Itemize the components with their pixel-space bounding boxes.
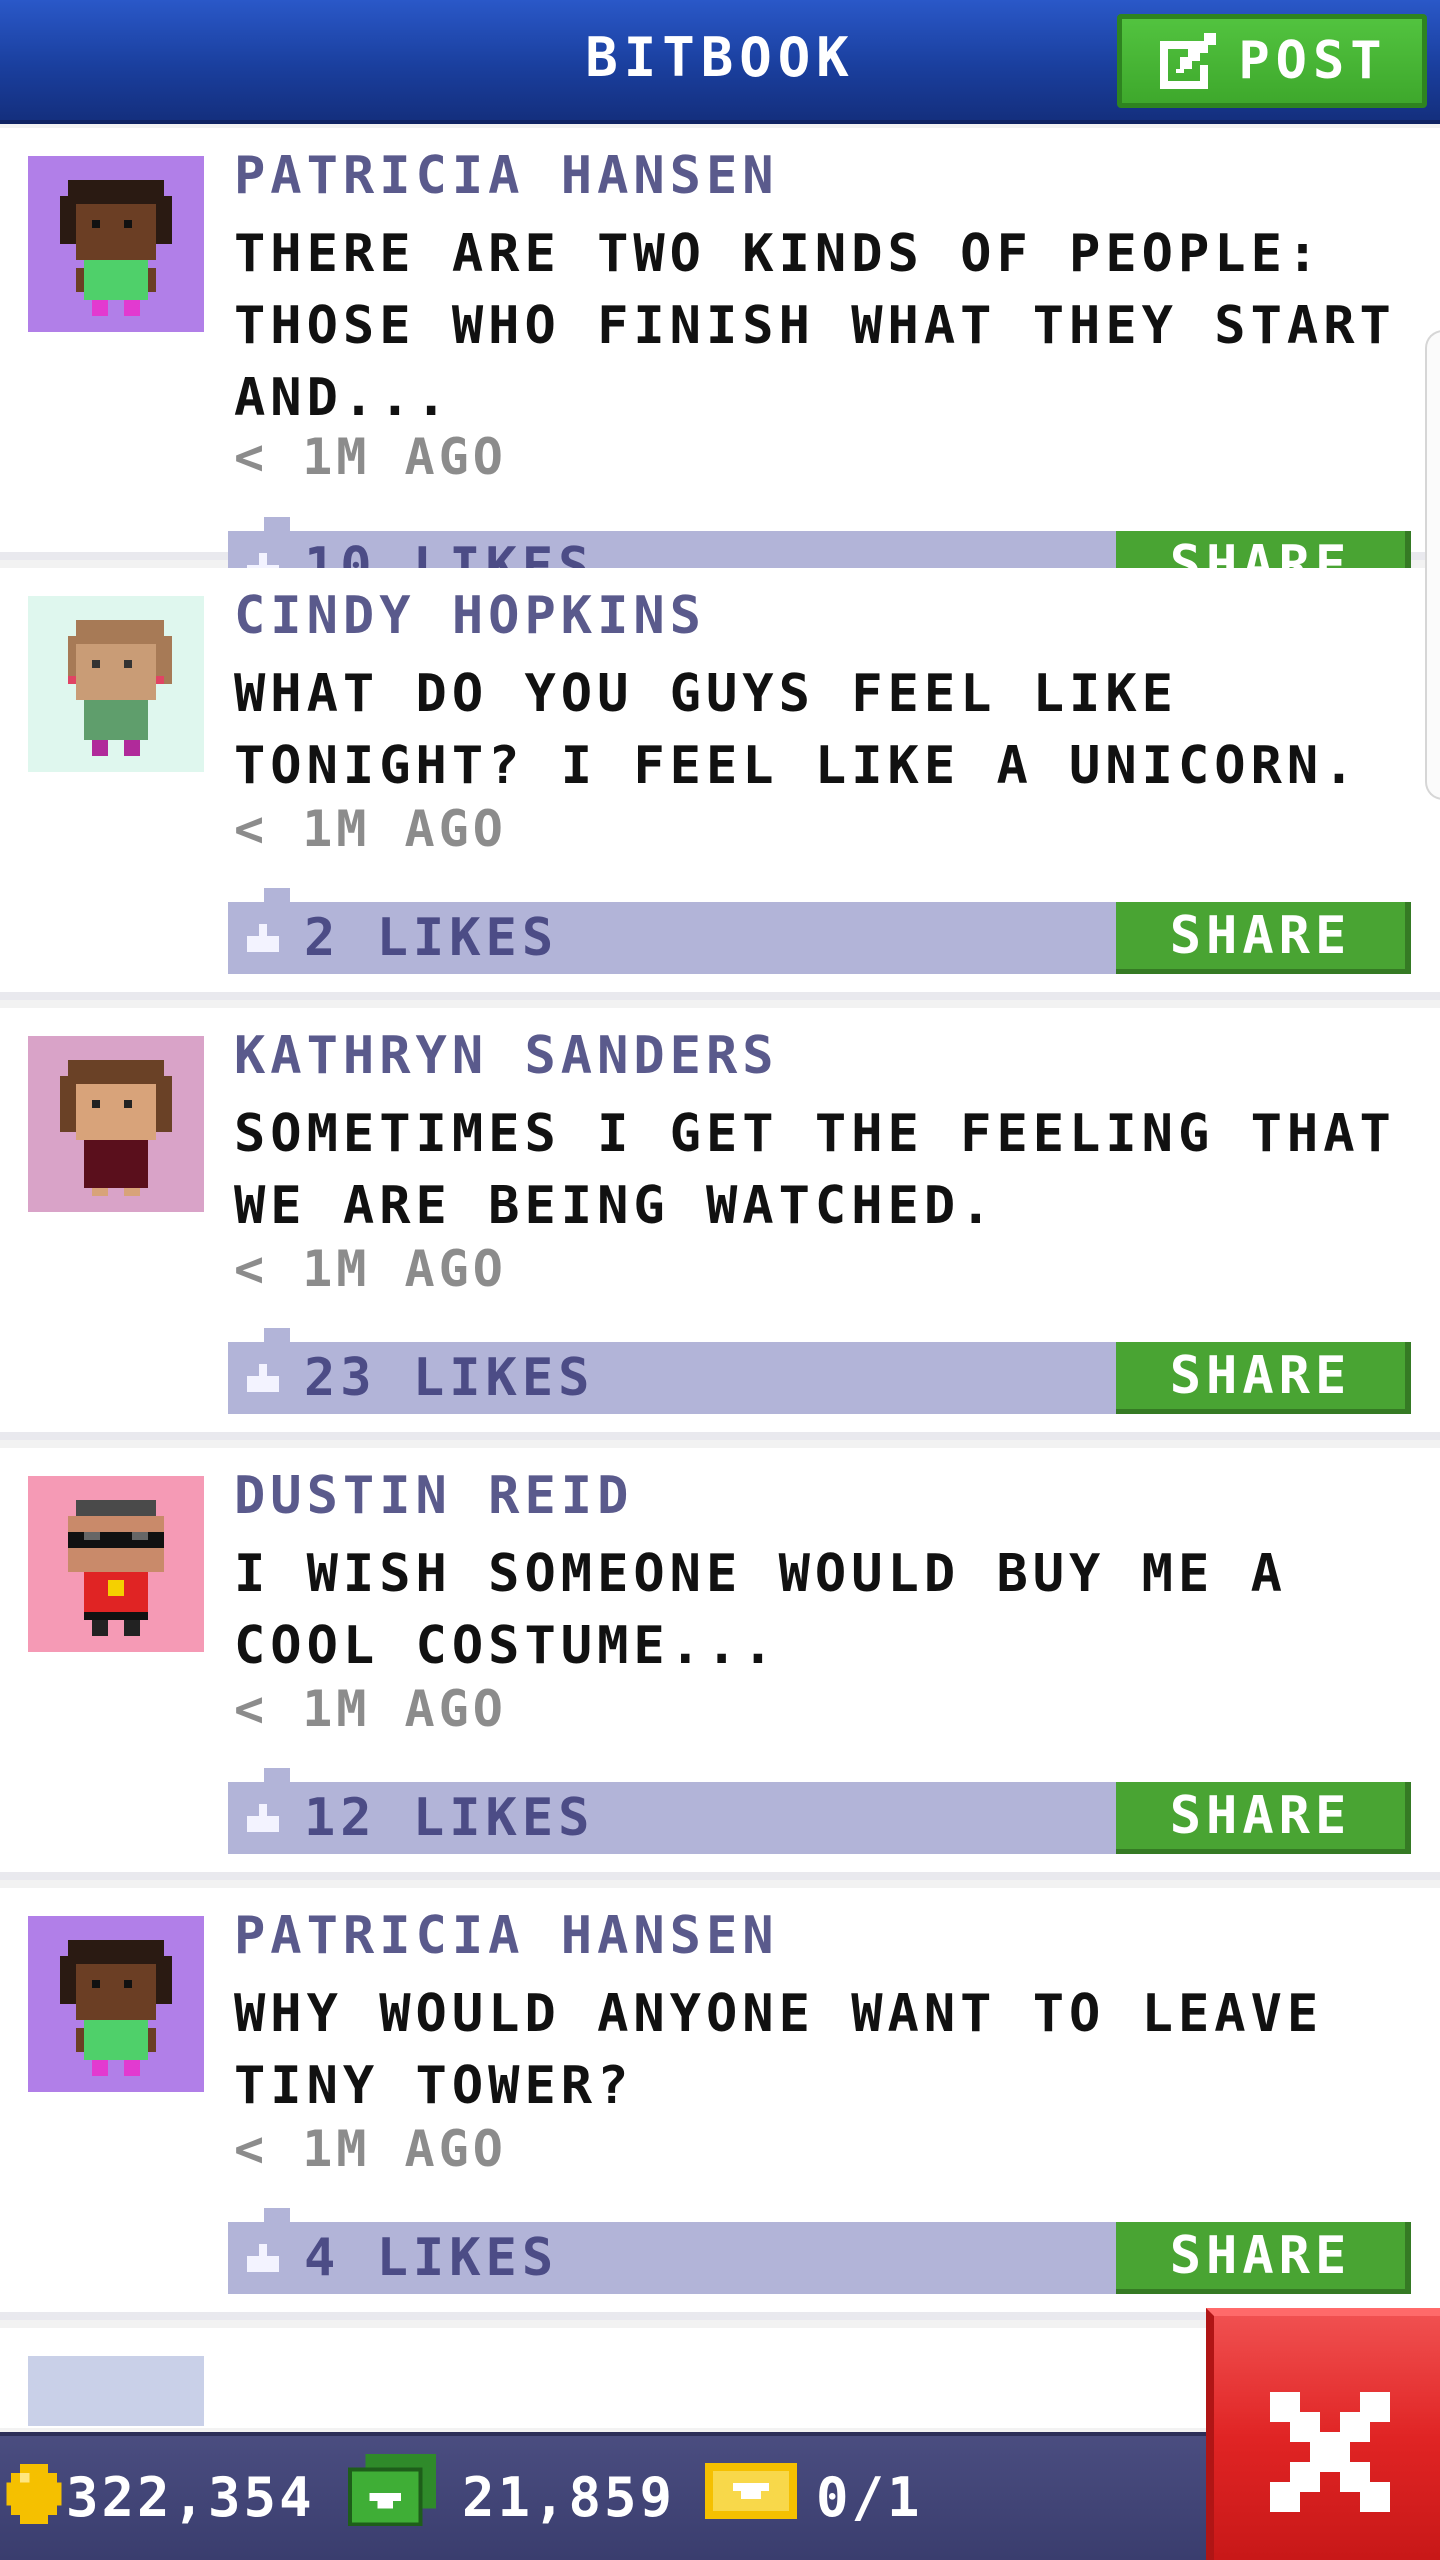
avatar xyxy=(28,2356,204,2426)
post-feed[interactable]: PATRICIA HANSEN THERE ARE TWO KINDS OF P… xyxy=(0,128,1440,2428)
avatar xyxy=(28,1476,204,1652)
like-count: 12 LIKES xyxy=(304,1788,595,1848)
post-author[interactable]: PATRICIA HANSEN xyxy=(234,146,779,206)
post-time: < 1M AGO xyxy=(234,1680,507,1738)
like-count: 4 LIKES xyxy=(304,2228,559,2288)
compose-icon xyxy=(1160,33,1217,89)
like-bar: 2 LIKES SHARE xyxy=(228,888,1411,974)
post-card: KATHRYN SANDERS SOMETIMES I GET THE FEEL… xyxy=(0,1008,1440,1440)
post-text: WHY WOULD ANYONE WANT TO LEAVE TINY TOWE… xyxy=(234,1984,1324,2116)
post-button[interactable]: POST xyxy=(1117,14,1427,108)
coin-icon xyxy=(6,2464,62,2524)
thumbs-up-icon[interactable] xyxy=(242,2240,284,2276)
post-text: I WISH SOMEONE WOULD BUY ME A COOL COSTU… xyxy=(234,1544,1287,1676)
like-bar: 12 LIKES SHARE xyxy=(228,1768,1411,1854)
ticket-icon xyxy=(705,2463,797,2519)
avatar xyxy=(28,1036,204,1212)
post-time: < 1M AGO xyxy=(234,2120,507,2178)
like-count: 2 LIKES xyxy=(304,908,559,968)
ticket-count: 0/1 xyxy=(816,2466,923,2529)
close-button[interactable] xyxy=(1206,2308,1440,2560)
close-icon xyxy=(1270,2392,1390,2512)
avatar xyxy=(28,596,204,772)
post-author[interactable]: DUSTIN REID xyxy=(234,1466,633,1526)
like-bar: 4 LIKES SHARE xyxy=(228,2208,1411,2294)
like-bar: 23 LIKES SHARE xyxy=(228,1328,1411,1414)
share-button[interactable]: SHARE xyxy=(1116,902,1411,974)
avatar xyxy=(28,156,204,332)
avatar xyxy=(28,1916,204,2092)
like-count: 23 LIKES xyxy=(304,1348,595,1408)
post-card: DUSTIN REID I WISH SOMEONE WOULD BUY ME … xyxy=(0,1448,1440,1880)
post-button-label: POST xyxy=(1238,31,1388,91)
post-card: PATRICIA HANSEN THERE ARE TWO KINDS OF P… xyxy=(0,128,1440,603)
post-author[interactable]: KATHRYN SANDERS xyxy=(234,1026,779,1086)
scroll-handle[interactable] xyxy=(1425,330,1440,800)
post-text: WHAT DO YOU GUYS FEEL LIKE TONIGHT? I FE… xyxy=(234,664,1360,796)
bux-count: 21,859 xyxy=(462,2466,676,2529)
post-card: PATRICIA HANSEN WHY WOULD ANYONE WANT TO… xyxy=(0,1888,1440,2320)
share-button[interactable]: SHARE xyxy=(1116,1782,1411,1854)
post-text: SOMETIMES I GET THE FEELING THAT WE ARE … xyxy=(234,1104,1396,1236)
app-header: BITBOOK POST xyxy=(0,0,1440,124)
post-author[interactable]: CINDY HOPKINS xyxy=(234,586,706,646)
post-text: THERE ARE TWO KINDS OF PEOPLE: THOSE WHO… xyxy=(234,224,1396,428)
thumbs-up-icon[interactable] xyxy=(242,920,284,956)
share-button[interactable]: SHARE xyxy=(1116,1342,1411,1414)
bux-icon xyxy=(348,2454,436,2527)
thumbs-up-icon[interactable] xyxy=(242,1360,284,1396)
post-card: CINDY HOPKINS WHAT DO YOU GUYS FEEL LIKE… xyxy=(0,568,1440,1000)
share-button[interactable]: SHARE xyxy=(1116,2222,1411,2294)
post-time: < 1M AGO xyxy=(234,1240,507,1298)
post-time: < 1M AGO xyxy=(234,800,507,858)
post-time: < 1M AGO xyxy=(234,428,507,486)
coin-count: 322,354 xyxy=(66,2466,315,2529)
thumbs-up-icon[interactable] xyxy=(242,1800,284,1836)
post-author[interactable]: PATRICIA HANSEN xyxy=(234,1906,779,1966)
